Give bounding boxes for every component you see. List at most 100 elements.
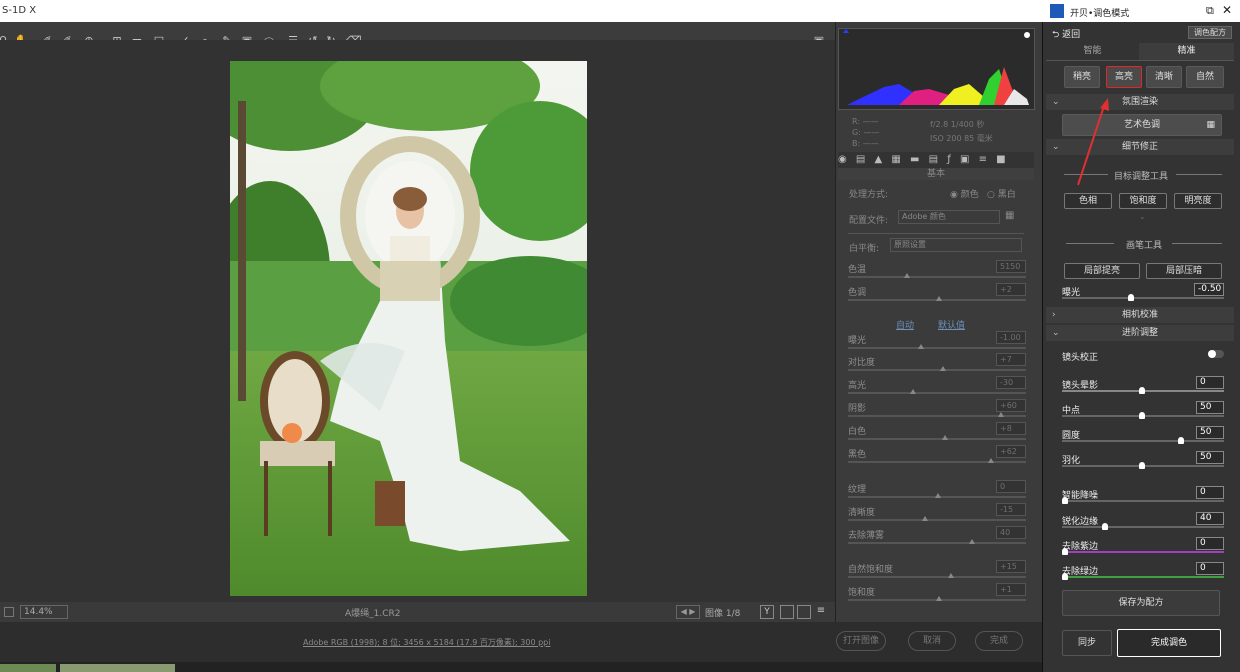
basic-slider-value[interactable]: -15 [996,503,1026,516]
finish-grading-button[interactable]: 完成调色 [1117,629,1221,657]
advanced-slider-thumb[interactable] [1178,437,1184,444]
basic-slider-value[interactable]: 40 [996,526,1026,539]
advanced-slider-value[interactable]: 0 [1196,486,1224,499]
close-icon[interactable]: ✕ [1222,3,1232,17]
exposure-track[interactable] [1062,297,1224,299]
basic-slider-track[interactable] [848,461,1026,463]
style-slight-bright-button[interactable]: 稍亮 [1064,66,1100,88]
hue-button[interactable]: 色相 [1064,193,1112,209]
profile-select[interactable]: Adobe 颜色 [898,210,1000,224]
basic-slider-value[interactable]: 5150 [996,260,1026,273]
advanced-slider-track[interactable] [1062,440,1224,442]
basic-slider-value[interactable]: +2 [996,283,1026,296]
basic-slider-thumb[interactable] [904,273,910,278]
sync-button[interactable]: 同步 [1062,630,1112,656]
workflow-options-link[interactable]: Adobe RGB (1998); 8 位; 3456 x 5184 (17.9… [303,637,550,648]
expand-chevron-icon[interactable]: ⌄ [1139,212,1146,221]
basic-slider-thumb[interactable] [988,458,994,463]
luminance-button[interactable]: 明亮度 [1174,193,1222,209]
advanced-slider-value[interactable]: 50 [1196,401,1224,414]
cancel-button[interactable]: 取消 [908,631,956,651]
basic-slider-thumb[interactable] [922,516,928,521]
preferences-icon[interactable]: ≡ [814,605,828,619]
default-link[interactable]: 默认值 [938,318,965,331]
advanced-slider-track[interactable] [1062,500,1224,502]
basic-slider-thumb[interactable] [910,389,916,394]
basic-slider-track[interactable] [848,369,1026,371]
zoom-select[interactable]: 14.4% [20,605,68,619]
process-color-radio[interactable]: ◉ 颜色 [950,187,979,200]
advanced-slider-value[interactable]: 0 [1196,537,1224,550]
auto-link[interactable]: 自动 [896,318,914,331]
basic-slider-thumb[interactable] [942,435,948,440]
basic-slider-thumb[interactable] [940,366,946,371]
copy-settings-icon[interactable] [797,605,811,619]
lens-correct-toggle[interactable] [1208,350,1224,358]
open-image-button[interactable]: 打开图像 [836,631,886,651]
compare-swap-icon[interactable] [780,605,794,619]
basic-slider-thumb[interactable] [935,493,941,498]
compare-y-icon[interactable]: Y [760,605,774,619]
style-clear-button[interactable]: 清晰 [1146,66,1182,88]
advanced-slider-value[interactable]: 40 [1196,512,1224,525]
basic-slider-thumb[interactable] [998,412,1004,417]
saturation-button[interactable]: 饱和度 [1119,193,1167,209]
basic-slider-track[interactable] [848,438,1026,440]
basic-slider-track[interactable] [848,542,1026,544]
basic-slider-track[interactable] [848,276,1026,278]
advanced-slider-thumb[interactable] [1102,523,1108,530]
style-high-bright-button[interactable]: 高亮 [1106,66,1142,88]
local-brighten-button[interactable]: 局部提亮 [1064,263,1140,279]
save-preset-button[interactable]: 保存为配方 [1062,590,1220,616]
advanced-slider-track[interactable] [1062,526,1224,528]
basic-slider-value[interactable]: +1 [996,583,1026,596]
basic-slider-value[interactable]: +15 [996,560,1026,573]
basic-slider-value[interactable]: +62 [996,445,1026,458]
back-button[interactable]: ⮌ 返回 [1052,27,1080,43]
filmstrip-thumb[interactable] [60,664,175,672]
wb-select[interactable]: 原照设置 [890,238,1022,252]
tab-smart[interactable]: 智能 [1046,43,1139,60]
exposure-value[interactable]: -0.50 [1194,283,1224,296]
restore-icon[interactable]: ⧉ [1206,4,1214,18]
advanced-slider-thumb[interactable] [1062,548,1068,555]
basic-slider-track[interactable] [848,519,1026,521]
basic-slider-track[interactable] [848,347,1026,349]
exposure-thumb[interactable] [1128,294,1134,301]
advanced-slider-thumb[interactable] [1062,497,1068,504]
basic-slider-thumb[interactable] [936,296,942,301]
local-darken-button[interactable]: 局部压暗 [1146,263,1222,279]
tab-precise[interactable]: 精准 [1139,43,1234,60]
advanced-slider-track[interactable] [1062,576,1224,578]
done-button[interactable]: 完成 [975,631,1023,651]
basic-slider-track[interactable] [848,392,1026,394]
advanced-slider-value[interactable]: 0 [1196,562,1224,575]
zoom-out-button[interactable] [4,607,14,617]
advanced-slider-value[interactable]: 50 [1196,426,1224,439]
basic-slider-track[interactable] [848,576,1026,578]
style-natural-button[interactable]: 自然 [1186,66,1224,88]
basic-slider-value[interactable]: 0 [996,480,1026,493]
section-advanced[interactable]: ⌄ 进阶调整 [1046,325,1234,341]
basic-slider-thumb[interactable] [969,539,975,544]
basic-slider-value[interactable]: -30 [996,376,1026,389]
profile-browser-icon[interactable]: ▦ [1005,210,1021,224]
advanced-slider-thumb[interactable] [1139,387,1145,394]
basic-slider-value[interactable]: -1.00 [996,331,1026,344]
advanced-slider-value[interactable]: 50 [1196,451,1224,464]
basic-slider-thumb[interactable] [918,344,924,349]
section-camera[interactable]: › 相机校准 [1046,307,1234,323]
filmstrip-thumb[interactable] [0,664,56,672]
advanced-slider-thumb[interactable] [1062,573,1068,580]
process-bw-radio[interactable]: ○ 黑白 [987,187,1016,200]
image-nav-arrows[interactable]: ◀ ▶ [676,605,700,619]
preset-button[interactable]: 调色配方 [1188,26,1232,39]
basic-slider-thumb[interactable] [948,573,954,578]
panel-tabs[interactable]: ◉ ▤ ▲ ▦ ▬ ▤ ƒ ▣ ≡ ■ [838,152,1034,168]
basic-slider-thumb[interactable] [936,596,942,601]
advanced-slider-value[interactable]: 0 [1196,376,1224,389]
advanced-slider-thumb[interactable] [1139,462,1145,469]
advanced-slider-thumb[interactable] [1139,412,1145,419]
advanced-slider-track[interactable] [1062,551,1224,553]
basic-slider-value[interactable]: +8 [996,422,1026,435]
